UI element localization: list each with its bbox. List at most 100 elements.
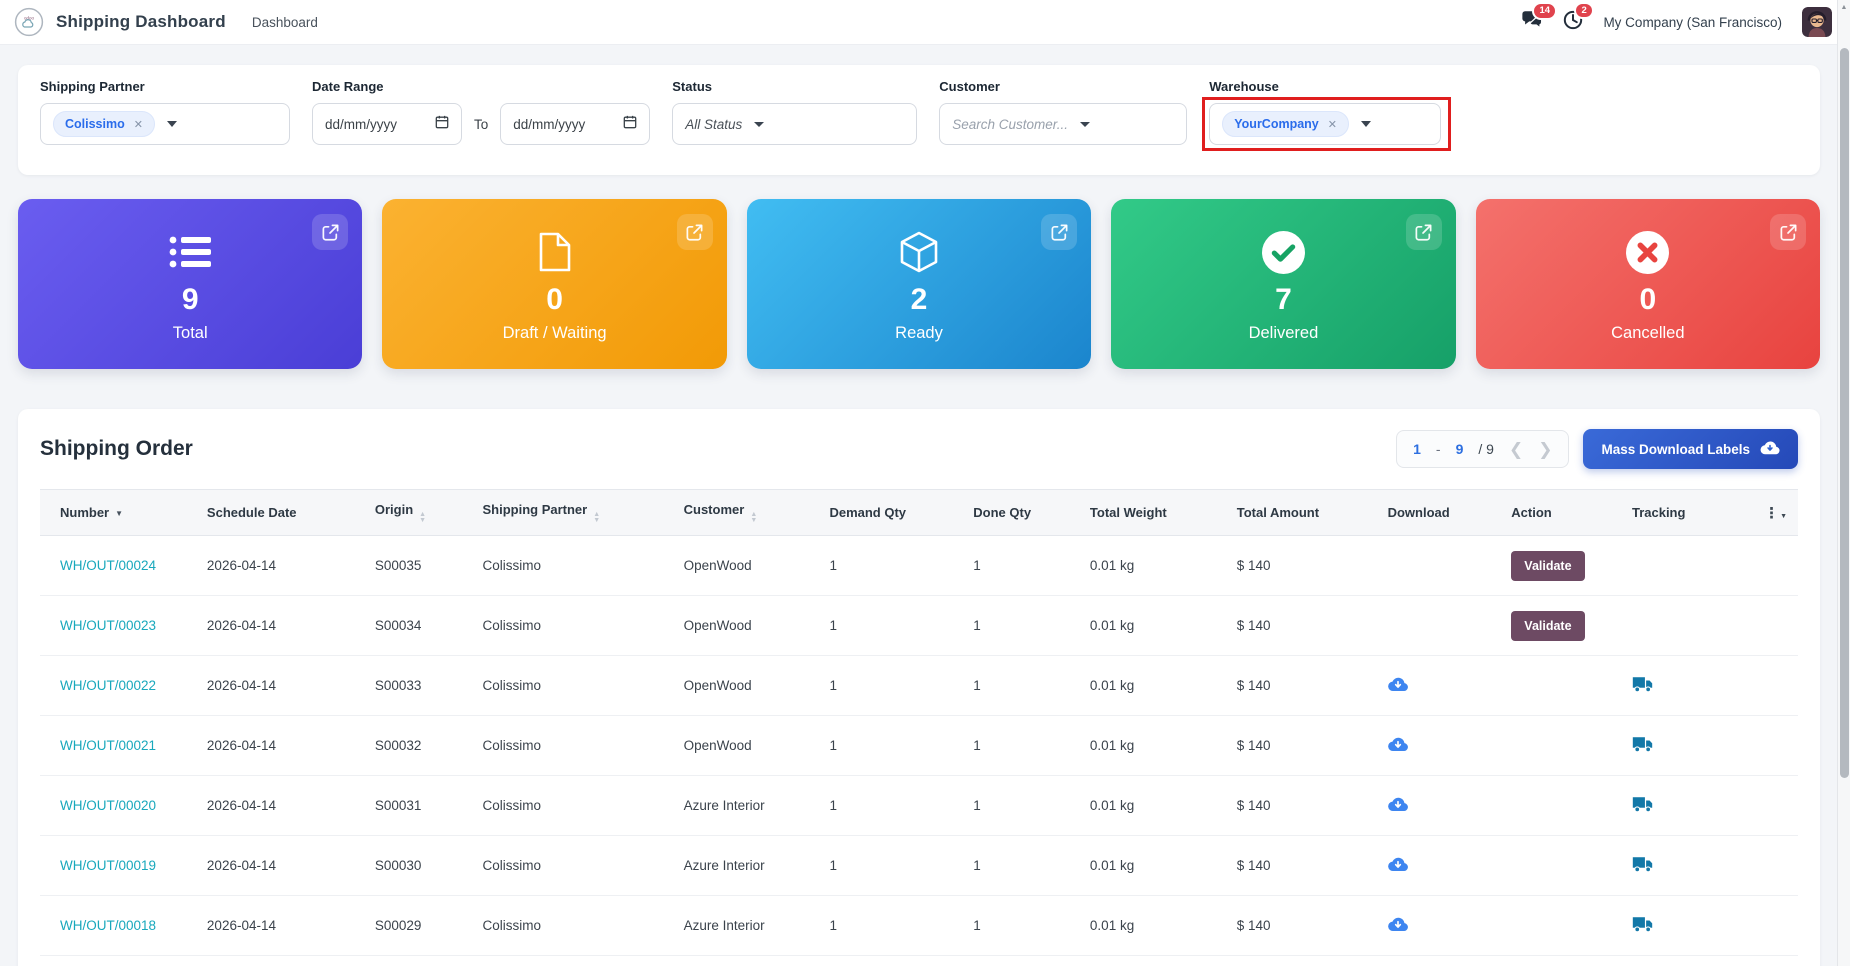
schedule-date-cell: 2026-04-14 xyxy=(203,896,371,956)
done-qty-cell: 1 xyxy=(969,536,1086,596)
col-header-origin[interactable]: Origin▲▼ xyxy=(371,490,479,536)
order-number-link[interactable]: WH/OUT/00019 xyxy=(60,858,156,873)
nav-dashboard[interactable]: Dashboard xyxy=(252,15,318,30)
scroll-up-arrow[interactable]: ▲ xyxy=(1838,0,1850,14)
scrollbar-thumb[interactable] xyxy=(1840,48,1849,778)
total-weight-cell: 0.01 kg xyxy=(1086,896,1233,956)
shipping-partner-cell: Colissimo xyxy=(478,656,679,716)
status-select[interactable]: All Status xyxy=(672,103,917,145)
chevron-down-icon xyxy=(1361,121,1371,127)
sort-icon[interactable]: ▲▼ xyxy=(593,512,600,523)
activities-count-badge: 2 xyxy=(1574,2,1593,20)
order-number-link[interactable]: WH/OUT/00022 xyxy=(60,678,156,693)
truck-tracking-icon[interactable] xyxy=(1632,856,1653,873)
customer-search-input[interactable]: Search Customer... xyxy=(939,103,1187,145)
shipping-partner-select[interactable]: Colissimo ✕ xyxy=(40,103,290,145)
column-options-icon[interactable]: ⋮▼ xyxy=(1764,505,1788,522)
external-link-icon[interactable] xyxy=(1770,214,1806,250)
customer-cell: Azure Interior xyxy=(680,836,826,896)
stat-card-ready[interactable]: 2 Ready xyxy=(747,199,1091,369)
external-link-icon[interactable] xyxy=(1406,214,1442,250)
filter-warehouse: Warehouse YourCompany ✕ xyxy=(1209,79,1441,145)
stat-card-draft-waiting[interactable]: 0 Draft / Waiting xyxy=(382,199,726,369)
stat-card-label: Total xyxy=(173,324,208,343)
stat-card-value: 7 xyxy=(1275,283,1292,316)
col-header-total-amount: Total Amount xyxy=(1233,490,1384,536)
customer-cell: Azure Interior xyxy=(680,776,826,836)
mass-download-labels-button[interactable]: Mass Download Labels xyxy=(1583,429,1798,469)
col-header-customer[interactable]: Customer▲▼ xyxy=(680,490,826,536)
cloud-download-icon[interactable] xyxy=(1388,796,1408,813)
next-page-icon[interactable]: ❯ xyxy=(1538,441,1552,458)
total-weight-cell: 0.01 kg xyxy=(1086,716,1233,776)
filter-customer: Customer Search Customer... xyxy=(939,79,1187,145)
stat-card-total[interactable]: 9 Total xyxy=(18,199,362,369)
order-number-link[interactable]: WH/OUT/00018 xyxy=(60,918,156,933)
sort-desc-icon[interactable]: ▼ xyxy=(115,509,123,518)
stat-card-delivered[interactable]: 7 Delivered xyxy=(1111,199,1455,369)
cloud-download-icon[interactable] xyxy=(1388,916,1408,933)
table-row: WH/OUT/00024 2026-04-14 S00035 Colissimo… xyxy=(40,536,1798,596)
origin-cell: S00031 xyxy=(371,776,479,836)
shipping-partner-cell: Colissimo xyxy=(478,716,679,776)
filter-status: Status All Status xyxy=(672,79,917,145)
remove-tag-icon[interactable]: ✕ xyxy=(1328,118,1337,131)
activities-button[interactable]: 2 xyxy=(1563,10,1583,35)
cloud-download-icon[interactable] xyxy=(1388,856,1408,873)
shipping-partner-label: Shipping Partner xyxy=(40,79,290,94)
shipping-partner-tag[interactable]: Colissimo ✕ xyxy=(53,111,155,137)
done-qty-cell: 1 xyxy=(969,596,1086,656)
warehouse-tag[interactable]: YourCompany ✕ xyxy=(1222,111,1349,137)
order-number-link[interactable]: WH/OUT/00024 xyxy=(60,558,156,573)
cloud-download-icon[interactable] xyxy=(1388,736,1408,753)
truck-tracking-icon[interactable] xyxy=(1632,796,1653,813)
date-to-input[interactable]: dd/mm/yyyy xyxy=(500,103,650,145)
external-link-icon[interactable] xyxy=(1041,214,1077,250)
column-options[interactable]: ⋮▼ xyxy=(1750,490,1798,536)
col-header-number[interactable]: Number▼ xyxy=(40,490,203,536)
shipping-partner-cell: Colissimo xyxy=(478,596,679,656)
validate-button[interactable]: Validate xyxy=(1511,611,1584,641)
messages-button[interactable]: 14 xyxy=(1521,10,1543,34)
vertical-scrollbar[interactable]: ▲ xyxy=(1837,0,1850,966)
order-number-link[interactable]: WH/OUT/00021 xyxy=(60,738,156,753)
odoo-apps-icon[interactable]: odoo xyxy=(14,7,44,37)
cloud-download-icon[interactable] xyxy=(1388,676,1408,693)
schedule-date-cell: 2026-04-14 xyxy=(203,776,371,836)
truck-tracking-icon[interactable] xyxy=(1632,736,1653,753)
demand-qty-cell: 1 xyxy=(825,836,969,896)
avatar[interactable] xyxy=(1802,7,1832,37)
col-header-tracking: Tracking xyxy=(1628,490,1750,536)
customer-label: Customer xyxy=(939,79,1187,94)
col-header-shipping-partner[interactable]: Shipping Partner▲▼ xyxy=(478,490,679,536)
calendar-icon[interactable] xyxy=(623,115,637,134)
external-link-icon[interactable] xyxy=(677,214,713,250)
done-qty-cell: 1 xyxy=(969,836,1086,896)
customer-cell: Azure Interior xyxy=(680,896,826,956)
company-switcher[interactable]: My Company (San Francisco) xyxy=(1603,15,1782,30)
truck-tracking-icon[interactable] xyxy=(1632,916,1653,933)
date-from-input[interactable]: dd/mm/yyyy xyxy=(312,103,462,145)
messages-count-badge: 14 xyxy=(1532,2,1557,20)
stat-card-value: 2 xyxy=(911,283,928,316)
order-number-link[interactable]: WH/OUT/00020 xyxy=(60,798,156,813)
filter-date-range: Date Range dd/mm/yyyy To dd/mm/yyyy xyxy=(312,79,650,145)
warehouse-select[interactable]: YourCompany ✕ xyxy=(1209,103,1441,145)
remove-tag-icon[interactable]: ✕ xyxy=(134,118,143,131)
origin-cell: S00030 xyxy=(371,836,479,896)
stat-card-cancelled[interactable]: 0 Cancelled xyxy=(1476,199,1820,369)
demand-qty-cell: 1 xyxy=(825,536,969,596)
chevron-down-icon xyxy=(754,122,764,127)
order-number-link[interactable]: WH/OUT/00023 xyxy=(60,618,156,633)
sort-icon[interactable]: ▲▼ xyxy=(419,512,426,523)
schedule-date-cell: 2026-04-14 xyxy=(203,536,371,596)
customer-cell: OpenWood xyxy=(680,596,826,656)
sort-icon[interactable]: ▲▼ xyxy=(750,512,757,523)
truck-tracking-icon[interactable] xyxy=(1632,676,1653,693)
done-qty-cell: 1 xyxy=(969,896,1086,956)
prev-page-icon[interactable]: ❮ xyxy=(1509,441,1523,458)
calendar-icon[interactable] xyxy=(435,115,449,134)
external-link-icon[interactable] xyxy=(312,214,348,250)
validate-button[interactable]: Validate xyxy=(1511,551,1584,581)
done-qty-cell: 1 xyxy=(969,776,1086,836)
